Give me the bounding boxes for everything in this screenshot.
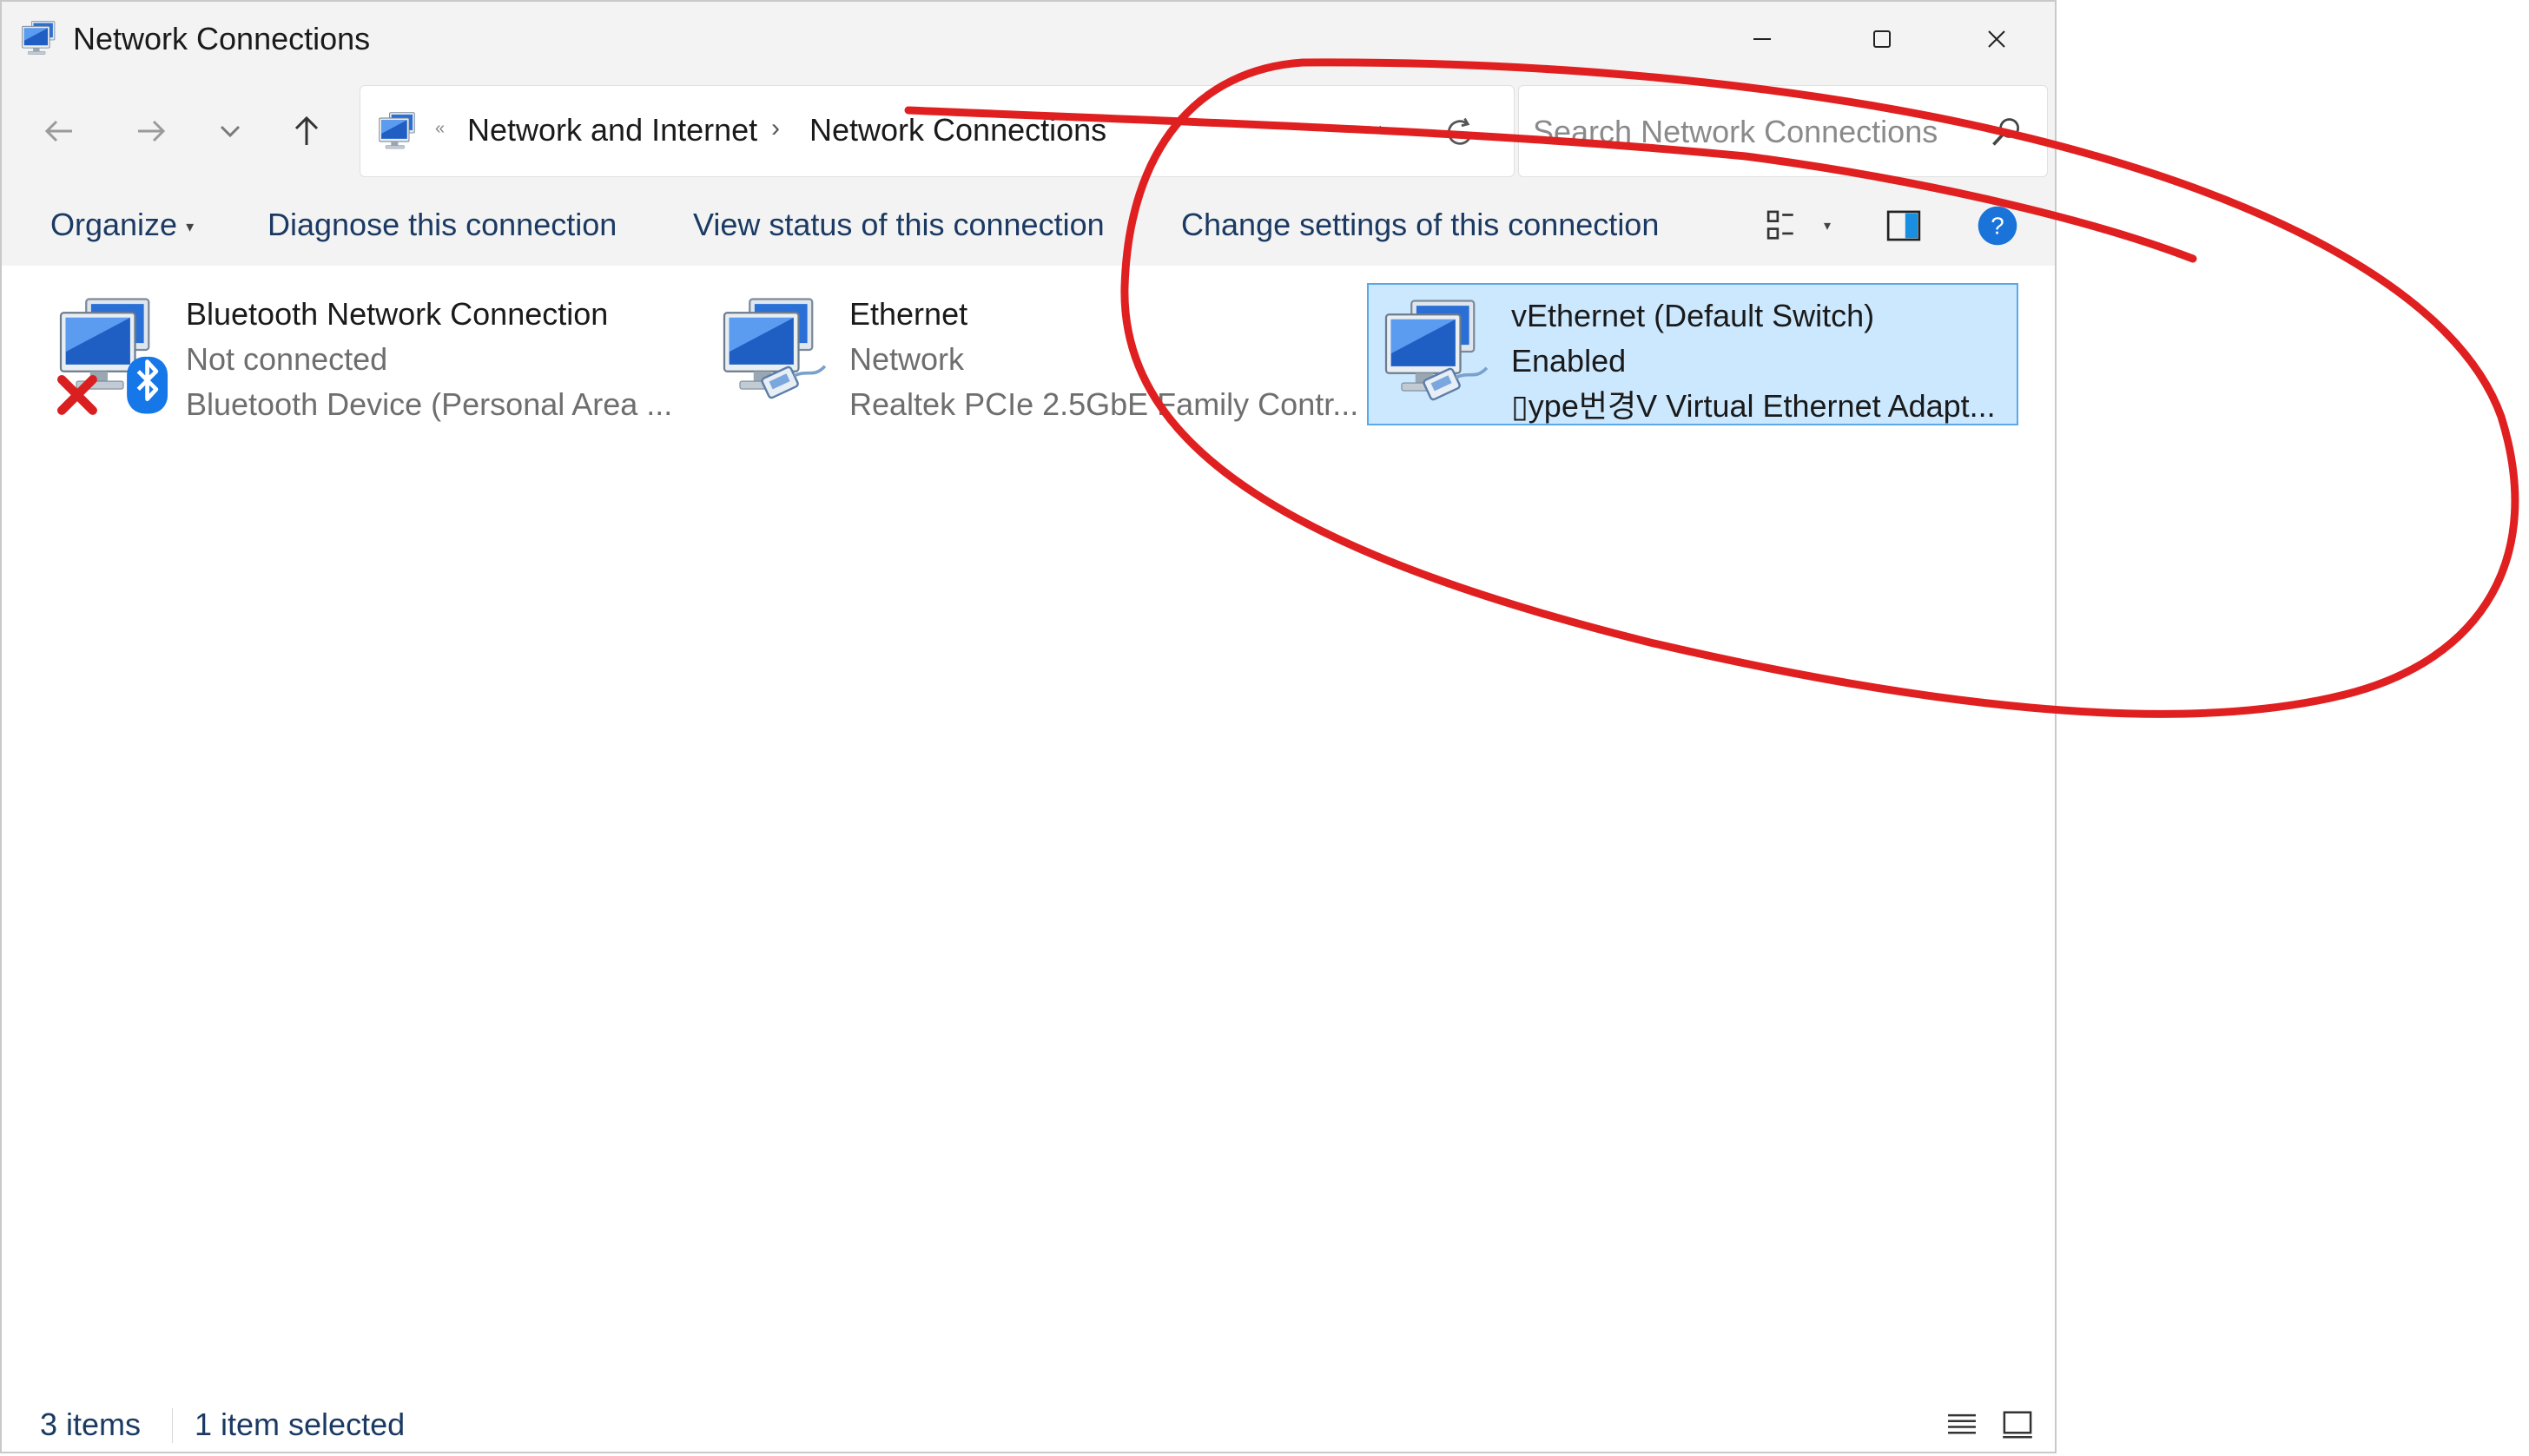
back-button[interactable]	[33, 104, 87, 158]
network-connections-window: Network Connections « Network and Intern…	[0, 0, 2057, 1453]
address-bar[interactable]: « Network and Internet › Network Connect…	[360, 85, 1515, 177]
chevron-down-icon	[1368, 125, 1382, 134]
minimize-button[interactable]	[1702, 2, 1822, 76]
view-dropdown-button[interactable]: ▾	[1810, 201, 1845, 250]
item-count: 3 items	[40, 1407, 142, 1442]
change-settings-button[interactable]: Change settings of this connection	[1181, 207, 1659, 243]
item-device: Bluetooth Device (Personal Area ...	[186, 386, 673, 422]
network-connections-icon	[22, 21, 56, 55]
address-dropdown-button[interactable]	[1357, 112, 1392, 147]
address-row: « Network and Internet › Network Connect…	[2, 76, 2055, 186]
svg-text:?: ?	[1991, 212, 2004, 239]
help-button[interactable]: ?	[1973, 201, 2022, 250]
organize-label: Organize	[50, 207, 178, 242]
window-title: Network Connections	[73, 21, 371, 56]
chevron-down-icon	[220, 125, 241, 138]
search-box[interactable]	[1518, 85, 2048, 177]
item-text: Ethernet Network Realtek PCIe 2.5GbE Fam…	[849, 292, 1358, 427]
large-icons-view-button[interactable]	[1996, 1403, 2039, 1446]
preview-pane-button[interactable]	[1879, 201, 1928, 250]
breadcrumb-network-and-internet[interactable]: Network and Internet	[467, 112, 757, 148]
caret-down-icon: ▾	[1823, 219, 1832, 234]
help-icon: ?	[1978, 206, 2017, 246]
item-text: vEthernet (Default Switch) Enabled ▯ype번…	[1511, 293, 1996, 429]
up-arrow-icon	[294, 115, 319, 145]
refresh-icon	[1447, 117, 1473, 145]
item-name: vEthernet (Default Switch)	[1511, 298, 1875, 333]
vethernet-network-icon	[1384, 300, 1491, 403]
item-text: Bluetooth Network Connection Not connect…	[186, 292, 672, 427]
forward-button[interactable]	[123, 104, 177, 158]
item-device: Realtek PCIe 2.5GbE Family Contr...	[849, 386, 1359, 422]
status-bar: 3 items 1 item selected	[2, 1394, 2055, 1453]
breadcrumb-overflow[interactable]: «	[435, 119, 445, 139]
forward-arrow-icon	[138, 120, 166, 142]
close-button[interactable]	[1937, 2, 2057, 76]
status-divider	[172, 1408, 173, 1443]
bluetooth-icon	[127, 356, 168, 414]
close-icon	[1988, 30, 2005, 48]
maximize-icon	[1873, 30, 1891, 48]
recent-locations-button[interactable]	[203, 104, 257, 158]
back-arrow-icon	[44, 120, 72, 142]
connections-list: Bluetooth Network Connection Not connect…	[2, 266, 2055, 1394]
item-name: Bluetooth Network Connection	[186, 296, 609, 332]
selection-count: 1 item selected	[195, 1407, 406, 1442]
list-item-ethernet[interactable]: Ethernet Network Realtek PCIe 2.5GbE Fam…	[707, 283, 1358, 425]
item-status: Not connected	[186, 341, 388, 377]
list-item-bluetooth-connection[interactable]: Bluetooth Network Connection Not connect…	[43, 283, 677, 425]
up-button[interactable]	[280, 104, 333, 158]
caret-down-icon: ▾	[186, 217, 195, 235]
bluetooth-network-icon	[56, 298, 168, 415]
organize-menu[interactable]: Organize ▾	[50, 207, 194, 243]
preview-pane-icon	[1886, 210, 1921, 241]
breadcrumb-network-connections[interactable]: Network Connections	[809, 112, 1106, 148]
title-bar[interactable]: Network Connections	[2, 2, 2055, 77]
minimize-icon	[1753, 38, 1771, 40]
network-folder-icon	[379, 112, 415, 149]
change-view-button[interactable]	[1760, 201, 1808, 250]
item-status: Enabled	[1511, 343, 1627, 379]
list-item-vethernet-default-switch[interactable]: vEthernet (Default Switch) Enabled ▯ype번…	[1367, 283, 2018, 425]
details-view-button[interactable]	[1940, 1403, 1984, 1446]
breadcrumb-chevron[interactable]: ›	[771, 114, 780, 143]
large-icons-view-icon	[2003, 1411, 2032, 1439]
diagnose-connection-button[interactable]: Diagnose this connection	[267, 207, 617, 243]
maximize-button[interactable]	[1822, 2, 1942, 76]
view-options-icon	[1766, 210, 1793, 240]
search-input[interactable]	[1531, 105, 1969, 159]
item-name: Ethernet	[849, 296, 968, 332]
item-device: ▯ype번경V Virtual Ethernet Adapt...	[1511, 388, 1996, 424]
item-status: Network	[849, 341, 965, 377]
command-bar: Organize ▾ Diagnose this connection View …	[2, 186, 2055, 267]
search-icon[interactable]	[1984, 110, 2028, 154]
ethernet-network-icon	[723, 298, 829, 401]
refresh-button[interactable]	[1436, 109, 1484, 157]
view-status-button[interactable]: View status of this connection	[693, 207, 1105, 243]
details-view-icon	[1948, 1413, 1976, 1434]
